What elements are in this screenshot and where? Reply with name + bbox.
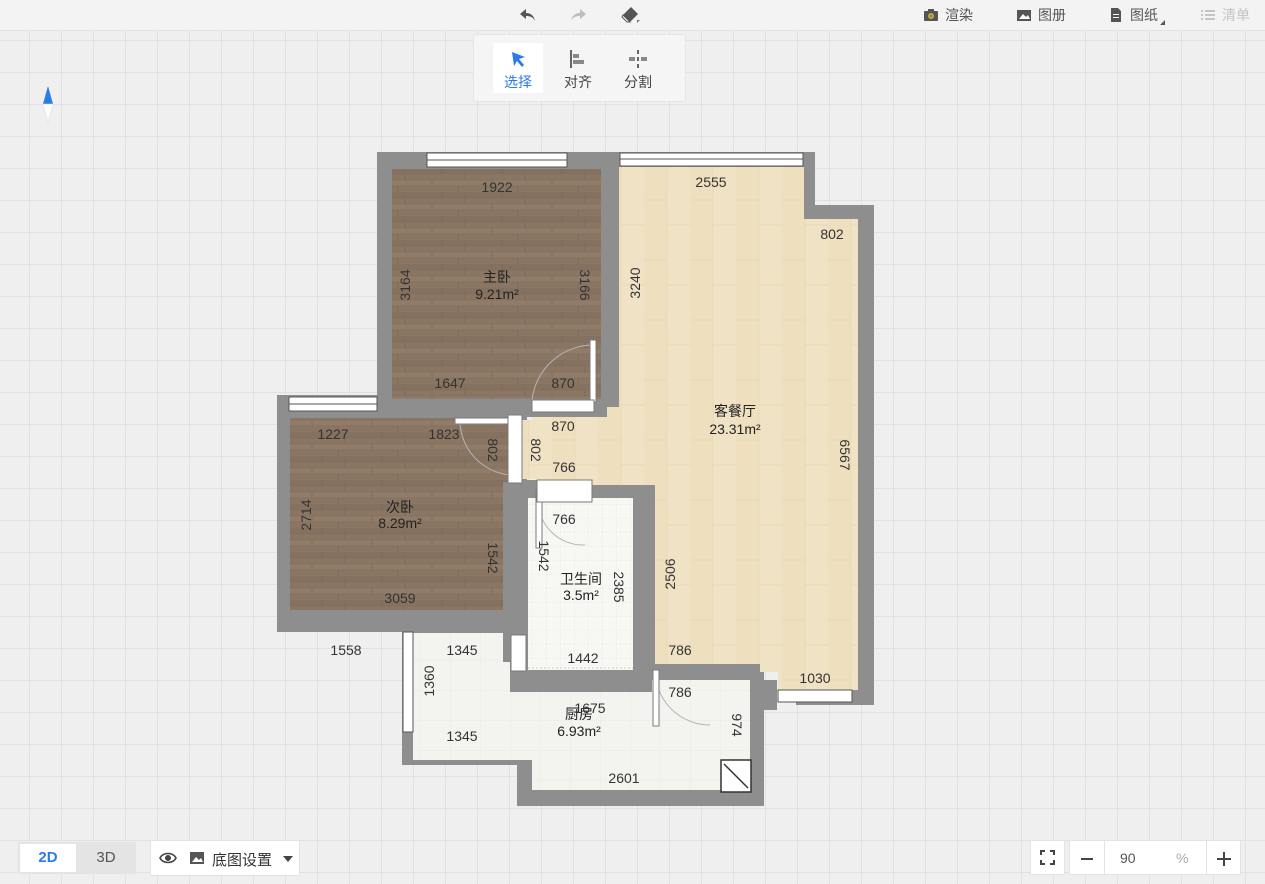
dimension-label: 1345: [446, 728, 477, 744]
image-icon: [190, 852, 204, 864]
zoom-unit: %: [1176, 850, 1189, 866]
dimension-label: 802: [820, 226, 844, 242]
dimension-label: 974: [729, 713, 745, 737]
dimension-label: 1558: [330, 642, 361, 658]
room-area-bath: 3.5m²: [563, 587, 599, 603]
dimension-label: 1922: [481, 179, 512, 195]
zoom-control: 90 %: [1069, 840, 1241, 875]
dimension-label: 1345: [446, 642, 477, 658]
dimension-label: 3164: [397, 269, 413, 300]
room-name-living: 客餐厅: [714, 403, 756, 419]
room-name-bath: 卫生间: [560, 571, 602, 587]
background-settings-label: 底图设置: [212, 852, 273, 869]
room-name-second: 次卧: [386, 499, 414, 515]
dimension-label: 3059: [384, 590, 415, 606]
dimension-label: 1675: [574, 700, 605, 716]
dimension-label: 1647: [434, 375, 465, 391]
dimension-label: 2714: [298, 499, 314, 530]
dimension-label: 3240: [627, 267, 643, 298]
mode-3d-button[interactable]: 3D: [78, 844, 134, 872]
eye-icon[interactable]: [159, 849, 177, 867]
mode-2d-button[interactable]: 2D: [20, 844, 76, 872]
dimension-label: 2601: [608, 770, 639, 786]
fullscreen-button[interactable]: [1030, 840, 1065, 875]
background-settings[interactable]: 底图设置: [150, 840, 300, 876]
interior-wall: [601, 167, 619, 407]
dimension-label: 1442: [567, 650, 598, 666]
caret-down-icon[interactable]: [283, 856, 293, 862]
dimension-label: 786: [668, 684, 692, 700]
room-area-second: 8.29m²: [378, 515, 422, 531]
interior-wall: [510, 672, 652, 692]
appliance: [720, 759, 752, 793]
dimension-label: 1360: [421, 665, 437, 696]
room-area-kitchen: 6.93m²: [557, 723, 601, 739]
dimension-label: 802: [528, 438, 544, 462]
dimension-label: 6567: [837, 439, 853, 470]
dimension-label: 1542: [485, 542, 501, 573]
view-mode-switch: 2D 3D: [18, 842, 136, 874]
dimension-label: 870: [551, 375, 575, 391]
room-area-living: 23.31m²: [709, 421, 761, 437]
dimension-label: 870: [551, 418, 575, 434]
fullscreen-icon: [1040, 850, 1055, 865]
dimension-label: 3166: [577, 269, 593, 300]
dimension-label: 766: [552, 511, 576, 527]
zoom-in-button[interactable]: [1206, 841, 1241, 874]
minus-icon: [1081, 858, 1093, 861]
plus-icon: [1217, 852, 1231, 867]
dimension-label: 2506: [662, 558, 678, 589]
room-area-master: 9.21m²: [475, 286, 519, 302]
dimension-label: 1030: [799, 670, 830, 686]
dimension-label: 802: [485, 438, 501, 462]
dimension-label: 2555: [695, 174, 726, 190]
zoom-out-button[interactable]: [1070, 841, 1105, 874]
dimension-label: 1227: [317, 426, 348, 442]
dimension-label: 786: [668, 642, 692, 658]
dimension-label: 2385: [611, 571, 627, 602]
dimension-label: 766: [552, 459, 576, 475]
zoom-value[interactable]: 90: [1120, 850, 1136, 866]
dimension-label: 1823: [428, 426, 459, 442]
dimension-label: 1542: [536, 540, 552, 571]
floor-plan[interactable]: 主卧 9.21m² 客餐厅 23.31m² 次卧 8.29m² 卫生间 3.5m…: [0, 0, 1265, 884]
room-name-master: 主卧: [483, 269, 511, 285]
